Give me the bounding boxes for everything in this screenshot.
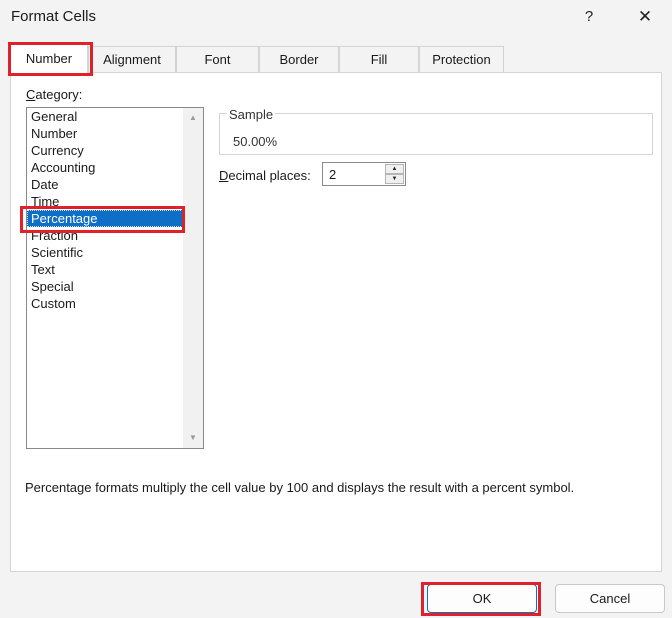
decimal-places-value[interactable]: 2 <box>329 167 336 182</box>
category-item-date[interactable]: Date <box>27 176 185 193</box>
category-item-currency[interactable]: Currency <box>27 142 185 159</box>
category-item-custom[interactable]: Custom <box>27 295 185 312</box>
tab-alignment[interactable]: Alignment <box>88 46 176 72</box>
category-description: Percentage formats multiply the cell val… <box>25 480 575 495</box>
tab-protection[interactable]: Protection <box>419 46 504 72</box>
category-item-special[interactable]: Special <box>27 278 185 295</box>
decimal-places-label: Decimal places: <box>219 168 311 183</box>
sample-legend: Sample <box>227 107 276 122</box>
category-item-text[interactable]: Text <box>27 261 185 278</box>
category-item-general[interactable]: General <box>27 108 185 125</box>
title-bar: Format Cells ? ✕ <box>0 0 672 34</box>
tab-border[interactable]: Border <box>259 46 339 72</box>
spin-up-arrow-icon[interactable]: ▲ <box>385 164 404 174</box>
help-button[interactable]: ? <box>575 6 603 28</box>
scroll-down-arrow-icon[interactable]: ▼ <box>183 430 203 446</box>
category-item-scientific[interactable]: Scientific <box>27 244 185 261</box>
category-listbox[interactable]: General Number Currency Accounting Date … <box>26 107 204 449</box>
category-item-accounting[interactable]: Accounting <box>27 159 185 176</box>
category-item-percentage[interactable]: Percentage <box>27 210 185 227</box>
category-scrollbar[interactable]: ▲ ▼ <box>183 108 203 448</box>
category-label: Category: <box>26 87 83 102</box>
tab-number[interactable]: Number <box>10 44 88 73</box>
spin-down-arrow-icon[interactable]: ▼ <box>385 174 404 184</box>
cancel-button[interactable]: Cancel <box>555 584 665 613</box>
close-button[interactable]: ✕ <box>631 6 659 28</box>
dialog-title: Format Cells <box>11 8 97 25</box>
category-item-time[interactable]: Time <box>27 193 185 210</box>
scroll-up-arrow-icon[interactable]: ▲ <box>183 110 203 126</box>
sample-value: 50.00% <box>233 134 278 149</box>
category-list: General Number Currency Accounting Date … <box>27 108 185 312</box>
tab-fill[interactable]: Fill <box>339 46 419 72</box>
ok-button[interactable]: OK <box>427 584 537 613</box>
decimal-places-spinner[interactable]: 2 ▲ ▼ <box>322 162 406 186</box>
number-tab-panel: Category: General Number Currency Accoun… <box>10 72 662 572</box>
sample-group <box>219 113 653 155</box>
category-item-fraction[interactable]: Fraction <box>27 227 185 244</box>
category-item-number[interactable]: Number <box>27 125 185 142</box>
tab-font[interactable]: Font <box>176 46 259 72</box>
